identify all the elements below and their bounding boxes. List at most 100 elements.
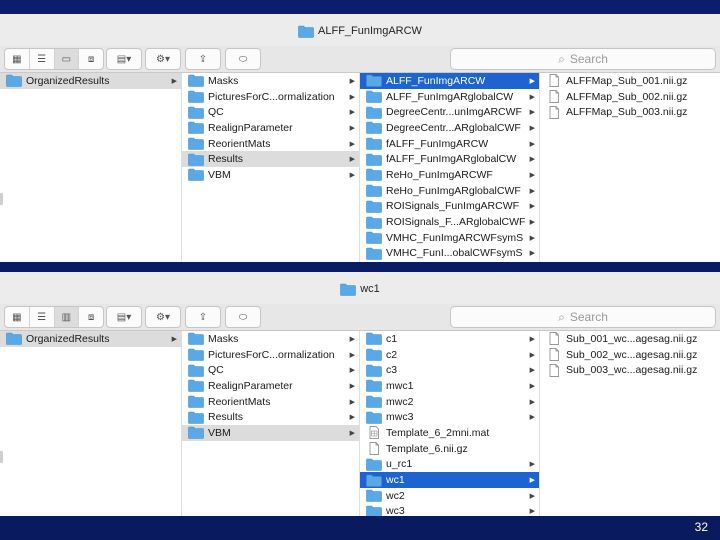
disclosure-arrow-icon: ▶ (529, 219, 535, 227)
folder-item-roisignals-f-arglobalcwf[interactable]: ROISignals_F...ARglobalCWF ▶ (360, 214, 539, 230)
folder-item-c1[interactable]: c1 ▶ (360, 331, 539, 347)
file-item-sub-001-wc-agesag-nii-gz[interactable]: Sub_001_wc...agesag.nii.gz (540, 331, 720, 347)
action-menu[interactable]: ⚙▾ (145, 48, 181, 70)
disclosure-arrow-icon: ▶ (529, 156, 535, 164)
gallery-view-button[interactable]: ⧈ (79, 307, 103, 327)
icon-view-button[interactable]: ▦ (5, 307, 30, 327)
folder-item-roisignals-funimgarcwf[interactable]: ROISignals_FunImgARCWF ▶ (360, 199, 539, 215)
file-item-alffmap-sub-001-nii-gz[interactable]: ALFFMap_Sub_001.nii.gz (540, 73, 720, 89)
folder-item-results[interactable]: Results ▶ (182, 151, 359, 168)
finder-window-bottom: wc1 ▦ ☰ ▥ ⧈ ▤▾ ⚙▾ ⇪ ⬭ ⌕ Search Organized… (0, 272, 720, 516)
resize-handle[interactable] (0, 193, 3, 205)
folder-item-wc2[interactable]: wc2 ▶ (360, 488, 539, 504)
disclosure-arrow-icon: ▶ (349, 77, 355, 85)
folder-item-organizedresults[interactable]: OrganizedResults ▶ (0, 73, 181, 89)
share-button[interactable]: ⇪ (185, 48, 221, 70)
arrange-icon: ▤▾ (116, 53, 132, 65)
disclosure-arrow-icon: ▶ (529, 140, 535, 148)
gallery-view-button[interactable]: ⧈ (79, 49, 103, 69)
item-label: c2 (386, 348, 398, 361)
item-label: RealignParameter (208, 379, 293, 392)
item-label: ROISignals_FunImgARCWF (386, 200, 520, 213)
search-field[interactable]: ⌕ Search (450, 306, 716, 328)
folder-icon (366, 332, 386, 346)
item-label: Sub_001_wc...agesag.nii.gz (566, 332, 698, 345)
disclosure-arrow-icon: ▶ (529, 398, 535, 406)
arrange-menu[interactable]: ▤▾ (106, 306, 142, 328)
folder-icon (188, 74, 208, 88)
folder-item-results[interactable]: Results ▶ (182, 409, 359, 425)
folder-icon (366, 364, 386, 377)
column-view-button[interactable]: ▥ (54, 307, 80, 327)
folder-item-realignparameter[interactable]: RealignParameter ▶ (182, 378, 359, 394)
folder-icon (366, 231, 386, 245)
tags-button[interactable]: ⬭ (225, 306, 261, 328)
folder-item-falff-funimgarglobalcw[interactable]: fALFF_FunImgARglobalCW ▶ (360, 151, 539, 167)
disclosure-arrow-icon: ▶ (529, 187, 535, 195)
icon-view-button[interactable]: ▦ (5, 49, 30, 69)
share-button[interactable]: ⇪ (185, 306, 221, 328)
folder-item-alff-funimgarglobalcw[interactable]: ALFF_FunImgARglobalCW ▶ (360, 89, 539, 105)
folder-icon (366, 247, 386, 260)
folder-item-picturesforc-ormalization[interactable]: PicturesForC...ormalization ▶ (182, 89, 359, 105)
disclosure-arrow-icon: ▶ (349, 124, 355, 132)
folder-item-mwc3[interactable]: mwc3 ▶ (360, 409, 539, 425)
file-item-template-6-nii-gz[interactable]: Template_6.nii.gz (360, 441, 539, 457)
search-placeholder: Search (569, 52, 608, 66)
folder-item-wc1[interactable]: wc1 ▶ (360, 472, 539, 488)
file-icon (546, 363, 566, 377)
disclosure-arrow-icon: ▶ (529, 250, 535, 258)
disclosure-arrow-icon: ▶ (529, 367, 535, 375)
folder-item-reorientmats[interactable]: ReorientMats ▶ (182, 136, 359, 152)
folder-item-vbm[interactable]: VBM ▶ (182, 425, 359, 441)
column-view-button[interactable]: ▭ (54, 49, 80, 69)
folder-item-reho-funimgarcwf[interactable]: ReHo_FunImgARCWF ▶ (360, 167, 539, 183)
folder-item-alff-funimgarcw[interactable]: ALFF_FunImgARCW ▶ (360, 73, 539, 89)
folder-item-degreecentr-arglobalcwf[interactable]: DegreeCentr...ARglobalCWF ▶ (360, 120, 539, 136)
folder-item-qc[interactable]: QC ▶ (182, 104, 359, 120)
folder-icon (366, 216, 386, 229)
folder-item-vmhc-funimgarcwfsyms[interactable]: VMHC_FunImgARCWFsymS ▶ (360, 230, 539, 246)
folder-item-degreecentr-unimgarcwf[interactable]: DegreeCentr...unImgARCWF ▶ (360, 104, 539, 120)
item-label: VMHC_FunI...obalCWFsymS (386, 247, 523, 260)
folder-item-reorientmats[interactable]: ReorientMats ▶ (182, 394, 359, 410)
folder-icon (188, 153, 208, 166)
share-icon: ⇪ (198, 53, 208, 65)
folder-item-falff-funimgarcw[interactable]: fALFF_FunImgARCW ▶ (360, 136, 539, 152)
folder-item-mwc1[interactable]: mwc1 ▶ (360, 378, 539, 394)
file-item-alffmap-sub-002-nii-gz[interactable]: ALFFMap_Sub_002.nii.gz (540, 89, 720, 105)
folder-item-masks[interactable]: Masks ▶ (182, 73, 359, 89)
file-item-alffmap-sub-003-nii-gz[interactable]: ALFFMap_Sub_003.nii.gz (540, 104, 720, 120)
resize-handle[interactable] (0, 451, 3, 463)
folder-icon (366, 474, 386, 487)
file-item-sub-003-wc-agesag-nii-gz[interactable]: Sub_003_wc...agesag.nii.gz (540, 362, 720, 378)
folder-item-mwc2[interactable]: mwc2 ▶ (360, 394, 539, 410)
list-view-button[interactable]: ☰ (30, 307, 55, 327)
folder-item-vmhc-funi-obalcwfsyms[interactable]: VMHC_FunI...obalCWFsymS ▶ (360, 246, 539, 262)
folder-item-u-rc1[interactable]: u_rc1 ▶ (360, 457, 539, 473)
item-label: ALFF_FunImgARCW (386, 74, 486, 87)
folder-item-c2[interactable]: c2 ▶ (360, 347, 539, 363)
file-item-sub-002-wc-agesag-nii-gz[interactable]: Sub_002_wc...agesag.nii.gz (540, 347, 720, 363)
folder-item-realignparameter[interactable]: RealignParameter ▶ (182, 120, 359, 136)
folder-item-vbm[interactable]: VBM ▶ (182, 167, 359, 183)
item-label: PicturesForC...ormalization (208, 348, 335, 361)
folder-item-qc[interactable]: QC ▶ (182, 362, 359, 378)
arrange-menu[interactable]: ▤▾ (106, 48, 142, 70)
folder-item-wc3[interactable]: wc3 ▶ (360, 504, 539, 516)
column-1: OrganizedResults ▶ (0, 73, 182, 262)
list-view-button[interactable]: ☰ (30, 49, 55, 69)
folder-item-organizedresults[interactable]: OrganizedResults ▶ (0, 331, 181, 347)
folder-item-masks[interactable]: Masks ▶ (182, 331, 359, 347)
search-field[interactable]: ⌕ Search (450, 48, 716, 70)
folder-icon (366, 90, 386, 103)
folder-item-picturesforc-ormalization[interactable]: PicturesForC...ormalization ▶ (182, 347, 359, 363)
action-menu[interactable]: ⚙▾ (145, 306, 181, 328)
item-label: ALFFMap_Sub_001.nii.gz (566, 74, 688, 87)
tags-button[interactable]: ⬭ (225, 48, 261, 70)
item-label: mwc1 (386, 379, 414, 392)
folder-icon (366, 74, 386, 88)
folder-item-c3[interactable]: c3 ▶ (360, 362, 539, 378)
file-item-template-6-2mni-mat[interactable]: Template_6_2mni.mat (360, 425, 539, 441)
folder-item-reho-funimgarglobalcwf[interactable]: ReHo_FunImgARglobalCWF ▶ (360, 183, 539, 199)
